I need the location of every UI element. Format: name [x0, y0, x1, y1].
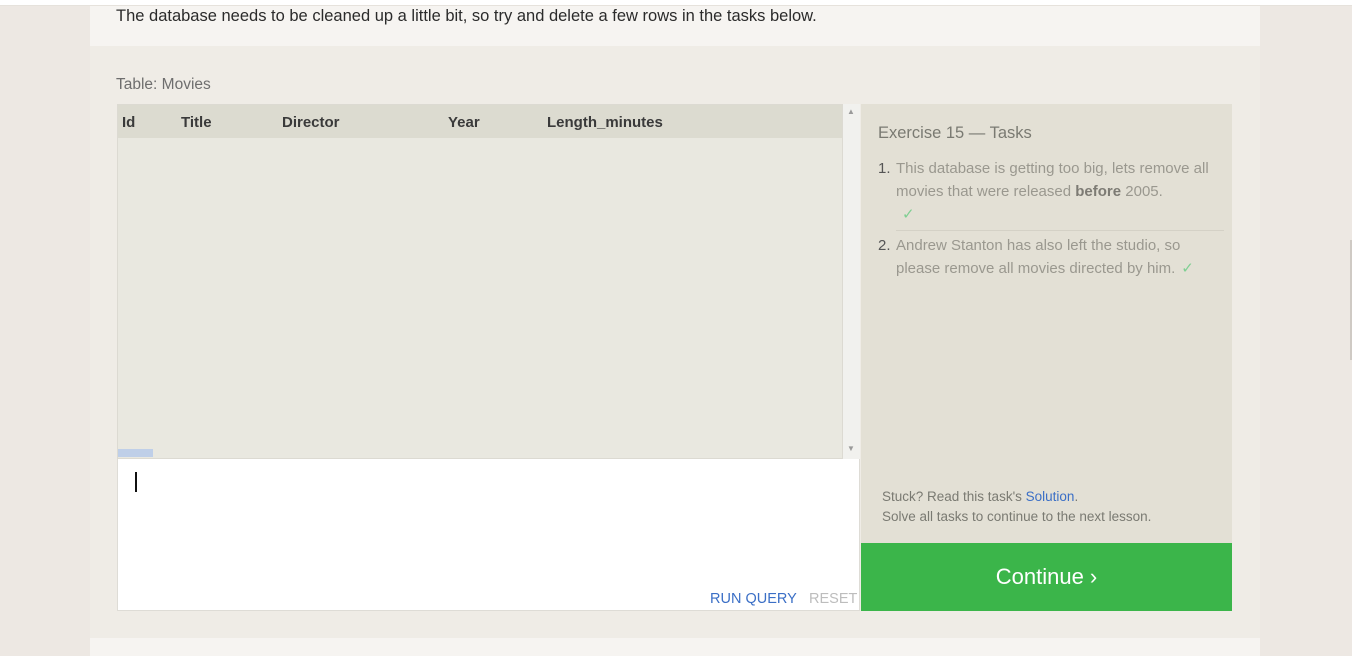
tasks-panel: Exercise 15 — Tasks 1. This database is … [861, 104, 1232, 543]
column-header-year: Year [448, 114, 480, 131]
stuck-hint-period: . [1074, 489, 1079, 504]
solve-all-hint: Solve all tasks to continue to the next … [882, 509, 1152, 524]
column-header-id: Id [122, 114, 136, 131]
column-header-length-minutes: Length_minutes [547, 114, 663, 131]
intro-strip: The database needs to be cleaned up a li… [90, 6, 1260, 46]
column-header-title: Title [181, 114, 212, 131]
intro-text: The database needs to be cleaned up a li… [116, 7, 817, 25]
task-number: 1. [878, 160, 891, 177]
selection-highlight [118, 449, 153, 457]
task-item-1: 1. This database is getting too big, let… [878, 157, 1213, 226]
task-item-2: 2. Andrew Stanton has also left the stud… [878, 234, 1213, 280]
lesson-card: The database needs to be cleaned up a li… [90, 6, 1260, 656]
task-divider [896, 230, 1224, 231]
check-icon: ✓ [1181, 260, 1194, 277]
scroll-down-arrow-icon[interactable]: ▼ [847, 444, 855, 453]
continue-button[interactable]: Continue › [861, 543, 1232, 611]
stuck-hint: Stuck? Read this task's Solution. [882, 489, 1078, 504]
text-cursor [135, 472, 137, 492]
task-text-end: 2005. [1121, 183, 1163, 200]
scroll-up-arrow-icon[interactable]: ▲ [847, 107, 855, 116]
task-number: 2. [878, 237, 891, 254]
table-label: Table: Movies [116, 76, 211, 93]
column-header-director: Director [282, 114, 340, 131]
solution-link[interactable]: Solution [1026, 489, 1075, 504]
stuck-hint-text: Stuck? Read this task's [882, 489, 1026, 504]
table-header: Id Title Director Year Length_minutes [118, 105, 842, 138]
reset-button[interactable]: RESET [809, 591, 857, 607]
sql-query-editor[interactable] [117, 459, 860, 611]
results-table: Id Title Director Year Length_minutes [117, 104, 843, 459]
task-text: Andrew Stanton has also left the studio,… [896, 237, 1181, 277]
card-footer-strip [90, 638, 1260, 656]
run-query-button[interactable]: RUN QUERY [710, 591, 797, 607]
task-emphasis: before [1075, 183, 1122, 200]
exercise-title: Exercise 15 — Tasks [878, 124, 1032, 142]
check-icon: ✓ [902, 206, 915, 223]
results-scrollbar[interactable]: ▲ ▼ [843, 104, 860, 459]
